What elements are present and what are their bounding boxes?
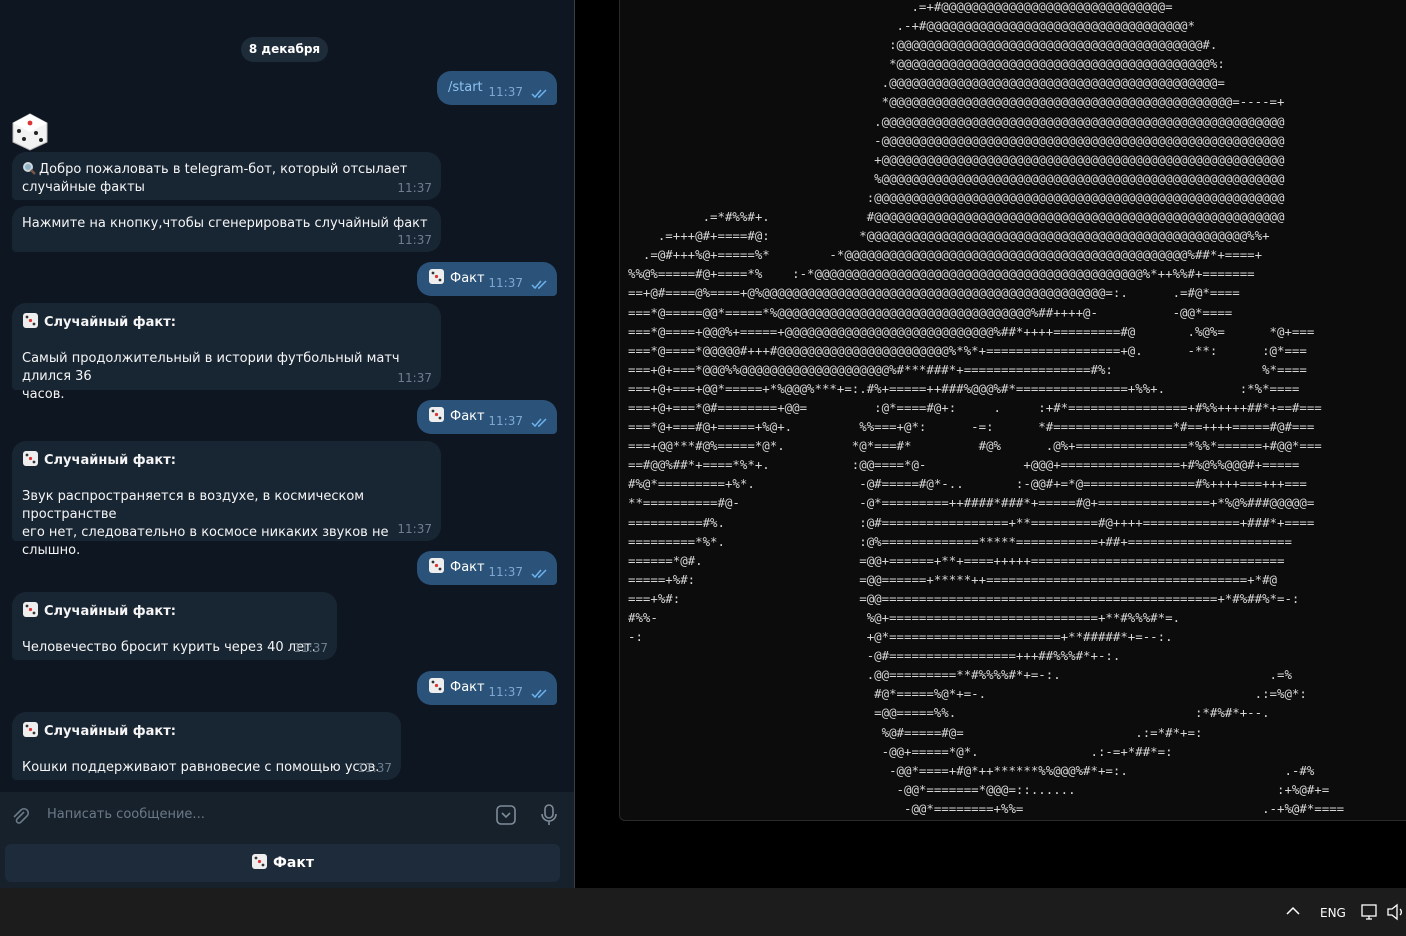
pane-divider (574, 0, 575, 888)
fact-header: Случайный факт: (44, 724, 176, 739)
language-indicator[interactable]: ENG (1320, 906, 1346, 920)
incoming-message-fact: Случайный факт: Человечество бросит кури… (12, 592, 337, 660)
dice-icon (23, 451, 38, 466)
fact-text-line-1: Звук распространяется в воздухе, в косми… (22, 489, 365, 522)
taskbar: ENG (0, 888, 1406, 936)
dice-icon (23, 313, 38, 328)
message-input[interactable]: Написать сообщение... (47, 807, 205, 822)
outgoing-message-fact[interactable]: Факт 11:37 (417, 262, 557, 296)
message-time: 11:37 (488, 685, 523, 699)
incoming-message-fact: Случайный факт: Самый продолжительный в … (12, 303, 441, 402)
message-time: 11:37 (488, 565, 523, 579)
fact-text-line-1: Кошки поддерживают равновесие с помощью … (22, 760, 380, 775)
double-check-icon (531, 689, 547, 699)
outgoing-message-start[interactable]: /start 11:37 (437, 71, 557, 105)
incoming-message-fact: Случайный факт: Кошки поддерживают равно… (12, 712, 401, 780)
start-command-link[interactable]: /start (448, 71, 483, 105)
prompt-text: Нажмите на кнопку,чтобы сгенерировать сл… (22, 216, 428, 231)
incoming-message-fact: Случайный факт: Звук распространяется в … (12, 441, 441, 558)
bot-keyboard-icon[interactable] (495, 804, 517, 826)
message-time: 11:37 (357, 761, 392, 775)
fact-command: Факт (450, 560, 485, 575)
double-check-icon (531, 418, 547, 428)
message-composer: Написать сообщение... (0, 792, 574, 840)
magnifier-icon (22, 161, 36, 175)
keyboard-fact-button[interactable]: Факт (5, 844, 560, 882)
welcome-line-1: Добро пожаловать в telegram-бот, который… (39, 162, 408, 177)
paperclip-icon[interactable] (10, 806, 30, 826)
dice-icon (23, 602, 38, 617)
message-time: 11:37 (293, 641, 328, 655)
welcome-line-2: случайные факты (22, 180, 145, 195)
dice-icon (429, 558, 444, 573)
keyboard-button-label: Факт (273, 855, 314, 871)
message-time: 11:37 (488, 414, 523, 428)
fact-text-line-2: часов. (22, 387, 65, 402)
message-time: 11:37 (488, 276, 523, 290)
incoming-message-welcome: Добро пожаловать в telegram-бот, который… (12, 152, 441, 200)
dice-icon (23, 722, 38, 737)
fact-command: Факт (450, 680, 485, 695)
fact-text-line-2: его нет, следовательно в космосе никаких… (22, 525, 389, 558)
chevron-up-icon[interactable] (1285, 905, 1301, 917)
message-time: 11:37 (397, 181, 432, 195)
incoming-message-prompt: Нажмите на кнопку,чтобы сгенерировать сл… (12, 206, 441, 252)
message-time: 11:37 (488, 85, 523, 99)
date-separator: 8 декабря (241, 37, 328, 62)
microphone-icon[interactable] (539, 803, 559, 827)
fact-command: Факт (450, 271, 485, 286)
dice-icon (429, 269, 444, 284)
outgoing-message-fact[interactable]: Факт 11:37 (417, 671, 557, 705)
fact-command: Факт (450, 409, 485, 424)
fact-text-line-1: Самый продолжительный в истории футбольн… (22, 351, 400, 384)
fact-text-line-1: Человечество бросит курить через 40 лет. (22, 640, 316, 655)
terminal-window[interactable]: .=+#@@@@@@@@@@@@@@@@@@@@@@@@@@@@@@= .-+#… (619, 0, 1406, 821)
speaker-icon[interactable] (1386, 903, 1406, 921)
fact-header: Случайный факт: (44, 453, 176, 468)
outgoing-message-fact[interactable]: Факт 11:37 (417, 551, 557, 585)
ascii-art-output: .=+#@@@@@@@@@@@@@@@@@@@@@@@@@@@@@@= .-+#… (628, 0, 1345, 816)
dice-icon (252, 854, 268, 869)
double-check-icon (531, 569, 547, 579)
message-time: 11:37 (397, 371, 432, 385)
dice-sticker (12, 113, 48, 151)
telegram-chat: 8 декабря /start 11:37 Добро пожаловать … (0, 0, 574, 888)
outgoing-message-fact[interactable]: Факт 11:37 (417, 400, 557, 434)
network-icon[interactable] (1360, 903, 1380, 921)
message-time: 11:37 (397, 522, 432, 536)
message-time: 11:37 (397, 233, 432, 247)
double-check-icon (531, 280, 547, 290)
double-check-icon (531, 89, 547, 99)
fact-header: Случайный факт: (44, 604, 176, 619)
dice-icon (429, 678, 444, 693)
fact-header: Случайный факт: (44, 315, 176, 330)
dice-icon (429, 407, 444, 422)
